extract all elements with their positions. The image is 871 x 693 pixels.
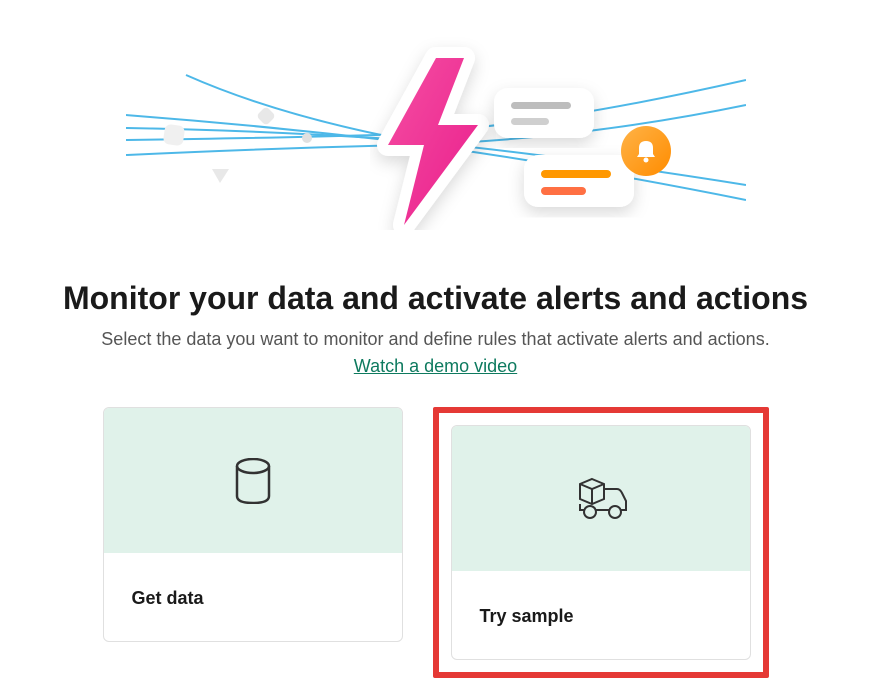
get-data-label-area: Get data	[104, 553, 402, 642]
page-subheading: Select the data you want to monitor and …	[101, 329, 769, 350]
try-sample-icon-area	[452, 426, 750, 571]
database-icon	[233, 458, 273, 504]
watch-demo-link[interactable]: Watch a demo video	[354, 356, 517, 377]
get-data-label: Get data	[132, 588, 204, 609]
get-data-card[interactable]: Get data	[103, 407, 403, 642]
cards-row: Get data Try sa	[103, 407, 769, 678]
try-sample-card[interactable]: Try sample	[451, 425, 751, 660]
page-heading: Monitor your data and activate alerts an…	[63, 280, 808, 317]
try-sample-label-area: Try sample	[452, 571, 750, 660]
get-data-icon-area	[104, 408, 402, 553]
delivery-truck-icon	[573, 477, 629, 521]
try-sample-highlight: Try sample	[433, 407, 769, 678]
hero-illustration	[126, 30, 746, 230]
activator-hero-icon	[126, 30, 746, 230]
try-sample-label: Try sample	[480, 606, 574, 627]
